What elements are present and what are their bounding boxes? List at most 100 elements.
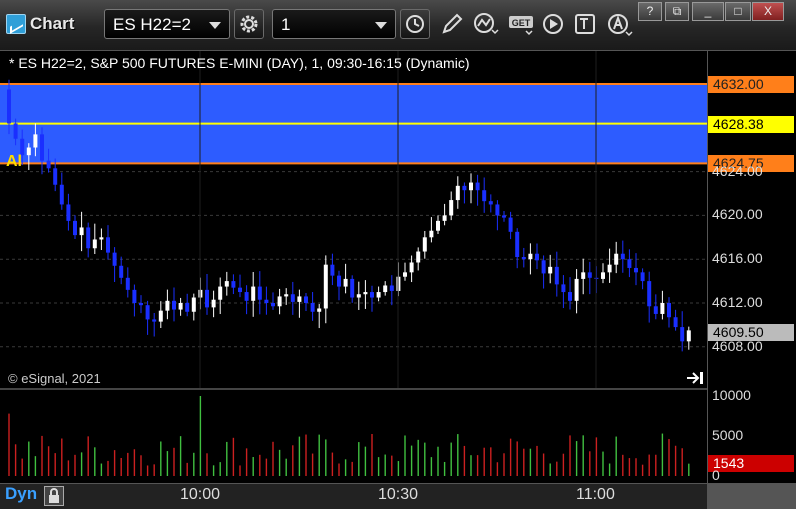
candle-body [40, 134, 44, 161]
get-data-button[interactable]: GET [505, 9, 535, 39]
candle-body [284, 294, 289, 297]
candle-body [673, 317, 678, 328]
upper-level-tag: 4632.00 [708, 76, 794, 93]
last-level-tag: 4628.38 [708, 116, 794, 133]
candle-body [119, 265, 124, 278]
candle-body [158, 310, 163, 322]
candle-body [79, 227, 84, 236]
maximize-button[interactable]: □ [725, 2, 751, 21]
candle-body [297, 296, 302, 302]
candle-body [211, 299, 216, 308]
jump-to-latest-icon[interactable] [686, 371, 704, 385]
candle-body [422, 237, 427, 252]
play-button[interactable] [538, 9, 568, 39]
alert-icon [608, 14, 633, 37]
candle-body [218, 286, 223, 300]
candle-body [277, 296, 282, 307]
candle-body [541, 260, 546, 274]
chevron-down-icon[interactable] [375, 22, 387, 29]
play-icon [543, 14, 563, 34]
restore-button[interactable]: ⧉ [665, 2, 689, 21]
candle-body [185, 303, 190, 312]
price-tick-label: 4620.00 [712, 206, 763, 223]
volume-chart-pane[interactable] [0, 390, 796, 483]
candle-body [469, 182, 473, 191]
template-icon [575, 14, 595, 34]
candle-body [172, 300, 176, 310]
settings-gear-button[interactable] [234, 9, 264, 39]
window-title: Chart [30, 14, 75, 33]
candle-body [640, 272, 645, 282]
candle-body [601, 272, 605, 279]
candle-body [647, 281, 652, 307]
pane-divider[interactable] [0, 388, 707, 390]
title-bar: Chart ES H22=2 1 GET ? ⧉ _ □ X [0, 0, 796, 51]
candle-body [106, 237, 110, 253]
candle-body [363, 292, 368, 295]
candle-body [99, 237, 104, 240]
candle-body [244, 292, 249, 301]
candle-body [521, 257, 526, 260]
candle-body [482, 190, 487, 202]
minimize-button[interactable]: _ [692, 2, 724, 21]
candle-body [310, 303, 315, 312]
candle-body [224, 281, 229, 287]
settings-gear-icon [240, 15, 258, 33]
chevron-down-icon[interactable] [209, 22, 221, 29]
interval-combobox[interactable]: 1 [272, 9, 396, 39]
price-chart-pane[interactable] [0, 51, 796, 388]
lock-icon[interactable] [44, 486, 64, 506]
svg-text:GET: GET [512, 18, 531, 28]
symbol-value: ES H22=2 [113, 15, 191, 34]
candle-body [7, 89, 11, 124]
candle-body [337, 275, 341, 287]
price-tick-label: 4624.00 [712, 162, 763, 179]
help-button[interactable]: ? [638, 2, 662, 21]
time-tick-label: 10:30 [378, 486, 419, 503]
candle-body [535, 253, 539, 261]
candle-body [112, 252, 117, 266]
candle-body [257, 286, 262, 300]
candle-body [132, 289, 137, 303]
candle-body [548, 266, 553, 274]
candle-body [350, 278, 355, 298]
candle-body [587, 272, 592, 278]
dynamic-mode-label[interactable]: Dyn [5, 484, 37, 504]
volume-current-tag: 1543 [708, 455, 794, 472]
chart-app-icon [6, 14, 26, 34]
candle-body [46, 160, 51, 169]
draw-tool-button[interactable] [437, 9, 467, 39]
alert-label: Al [6, 153, 22, 170]
page-template-button[interactable] [570, 9, 600, 39]
candle-body [66, 204, 71, 221]
candle-body [660, 303, 665, 314]
candle-body [205, 289, 209, 308]
candle-body [271, 303, 275, 307]
candle-body [554, 266, 559, 285]
candle-body [317, 308, 322, 312]
candle-body [330, 264, 335, 276]
close-button[interactable]: X [752, 2, 784, 21]
get-data-icon: GET [509, 16, 533, 36]
time-template-button[interactable] [400, 9, 430, 39]
candle-body [502, 215, 506, 218]
candle-body [264, 299, 269, 303]
candle-body [343, 278, 348, 287]
candle-body [152, 319, 157, 322]
axis-corner [707, 484, 796, 509]
candle-body [370, 292, 374, 298]
candle-body [191, 297, 196, 312]
candle-body [488, 201, 493, 205]
candle-body [561, 284, 566, 293]
symbol-combobox[interactable]: ES H22=2 [104, 9, 230, 39]
price-tick-label: 4612.00 [712, 294, 763, 310]
candle-body [86, 227, 91, 249]
candle-body [495, 204, 500, 216]
candle-body [403, 272, 407, 277]
candle-body [409, 262, 414, 273]
candle-body [73, 220, 77, 236]
studies-button[interactable] [470, 9, 500, 39]
candle-body [231, 281, 236, 288]
alert-button[interactable] [603, 9, 633, 39]
price-tick-label: 4616.00 [712, 250, 763, 267]
